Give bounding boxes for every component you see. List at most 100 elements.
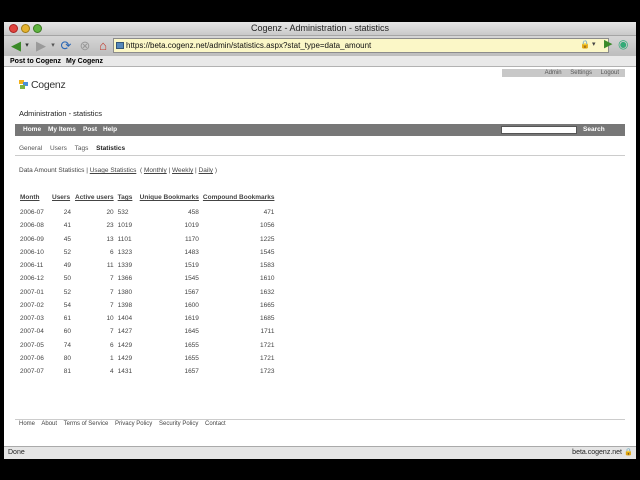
search-button[interactable]: Search: [583, 124, 605, 136]
bookmark-my-cogenz[interactable]: My Cogenz: [66, 56, 103, 67]
page-title: Administration - statistics: [19, 109, 102, 118]
daily-link[interactable]: Daily: [199, 167, 213, 174]
column-header-compound-bookmarks[interactable]: Compound Bookmarks: [201, 194, 277, 206]
table-cell: 45: [63, 235, 71, 243]
cogenz-logo[interactable]: Cogenz: [19, 79, 66, 93]
table-cell: 6: [110, 248, 114, 256]
table-cell: 1619: [184, 315, 199, 323]
lock-icon: 🔒: [624, 449, 633, 456]
logout-link[interactable]: Logout: [601, 70, 619, 76]
table-cell: 471: [263, 209, 275, 217]
table-cell: 1339: [117, 262, 133, 270]
nav-help[interactable]: Help: [103, 124, 117, 136]
table-cell: 1019: [117, 222, 133, 230]
table-cell: 2006-10: [20, 248, 44, 256]
column-header-unique-bookmarks[interactable]: Unique Bookmarks: [138, 194, 201, 206]
table-cell: 2007-07: [20, 368, 44, 376]
table-row: 2006-08 41 23 1019 1019 1056: [18, 219, 276, 232]
nav-my-items[interactable]: My Items: [48, 124, 76, 136]
home-icon[interactable]: ⌂: [95, 38, 111, 54]
account-links: Admin Settings Logout: [502, 69, 625, 77]
status-text: Done: [8, 449, 25, 456]
table-cell: 2007-04: [20, 328, 44, 336]
separator: |: [86, 167, 88, 174]
table-row: 2007-02 54 7 1398 1600 1665: [18, 299, 276, 312]
table-cell: 7: [110, 328, 114, 336]
footer-links: Home About Terms of Service Privacy Poli…: [19, 421, 231, 427]
column-header-tags[interactable]: Tags: [116, 194, 138, 206]
table-header-row: Month Users Active users Tags Unique Boo…: [18, 194, 276, 206]
tab-statistics[interactable]: Statistics: [96, 145, 125, 152]
table-cell: 458: [188, 209, 199, 217]
column-header-active-users[interactable]: Active users: [73, 194, 116, 206]
table-cell: 1429: [117, 341, 133, 349]
table-row: 2006-10 52 6 1323 1483 1545: [18, 246, 276, 259]
table-cell: 2006-11: [20, 262, 44, 270]
table-cell: 2007-03: [20, 315, 44, 323]
monthly-link[interactable]: Monthly: [144, 167, 167, 174]
stat-type-data-amount: Data Amount Statistics: [19, 167, 85, 174]
table-cell: 1483: [184, 248, 199, 256]
admin-subtabs: General Users Tags Statistics: [19, 145, 131, 152]
statistics-table: Month Users Active users Tags Unique Boo…: [18, 194, 276, 378]
stop-icon[interactable]: ⊗: [77, 38, 93, 54]
footer-about-link[interactable]: About: [41, 421, 57, 427]
bookmark-post-to-cogenz[interactable]: Post to Cogenz: [10, 56, 61, 67]
table-cell: 1380: [117, 288, 133, 296]
forward-arrow-icon[interactable]: ▶: [31, 38, 51, 54]
forward-history-dropdown-icon[interactable]: ▾: [49, 38, 57, 54]
column-header-users[interactable]: Users: [50, 194, 73, 206]
admin-link[interactable]: Admin: [545, 70, 562, 76]
weekly-link[interactable]: Weekly: [172, 167, 193, 174]
footer-terms-link[interactable]: Terms of Service: [64, 421, 109, 427]
usage-statistics-link[interactable]: Usage Statistics: [90, 167, 137, 174]
table-cell: 52: [63, 288, 71, 296]
table-cell: 1019: [184, 222, 199, 230]
tab-general[interactable]: General: [19, 145, 42, 152]
separator: |: [195, 167, 197, 174]
statistics-type-selector: Data Amount Statistics | Usage Statistic…: [19, 167, 217, 174]
footer-security-link[interactable]: Security Policy: [159, 421, 198, 427]
footer-contact-link[interactable]: Contact: [205, 421, 226, 427]
table-cell: 1427: [117, 328, 133, 336]
tab-tags[interactable]: Tags: [75, 145, 89, 152]
footer-privacy-link[interactable]: Privacy Policy: [115, 421, 152, 427]
table-cell: 1519: [184, 262, 199, 270]
footer-home-link[interactable]: Home: [19, 421, 35, 427]
table-cell: 13: [106, 235, 114, 243]
nav-post[interactable]: Post: [83, 124, 97, 136]
back-history-dropdown-icon[interactable]: ▾: [23, 38, 31, 54]
table-cell: 1101: [117, 235, 132, 243]
table-cell: 2007-02: [20, 301, 44, 309]
go-icon[interactable]: ▶: [604, 37, 612, 50]
table-cell: 1610: [259, 275, 275, 283]
table-cell: 50: [63, 275, 71, 283]
lock-icon[interactable]: 🔒: [580, 40, 590, 49]
paren-open: (: [139, 167, 143, 174]
column-header-month[interactable]: Month: [18, 194, 50, 206]
table-cell: 61: [63, 315, 71, 323]
table-cell: 1170: [184, 235, 199, 243]
table-row: 2007-07 81 4 1431 1657 1723: [18, 365, 276, 378]
address-bar[interactable]: https://beta.cogenz.net/admin/statistics…: [113, 38, 609, 53]
nav-home[interactable]: Home: [23, 124, 41, 136]
table-row: 2007-04 60 7 1427 1645 1711: [18, 325, 276, 338]
table-cell: 7: [110, 301, 114, 309]
table-cell: 1655: [184, 341, 199, 349]
settings-link[interactable]: Settings: [570, 70, 592, 76]
table-row: 2007-06 80 1 1429 1655 1721: [18, 352, 276, 365]
table-cell: 60: [63, 328, 71, 336]
url-history-dropdown-icon[interactable]: ▾: [592, 40, 596, 48]
table-cell: 52: [63, 248, 71, 256]
search-input[interactable]: [501, 126, 577, 134]
table-row: 2006-12 50 7 1366 1545 1610: [18, 272, 276, 285]
table-cell: 1665: [259, 301, 275, 309]
table-cell: 2006-09: [20, 235, 44, 243]
search-engine-icon[interactable]: ◉: [618, 37, 628, 51]
table-cell: 1545: [184, 275, 199, 283]
tab-users[interactable]: Users: [50, 145, 67, 152]
table-cell: 1632: [259, 288, 275, 296]
table-cell: 20: [106, 209, 114, 217]
table-cell: 49: [63, 262, 71, 270]
reload-icon[interactable]: ⟳: [58, 38, 74, 54]
